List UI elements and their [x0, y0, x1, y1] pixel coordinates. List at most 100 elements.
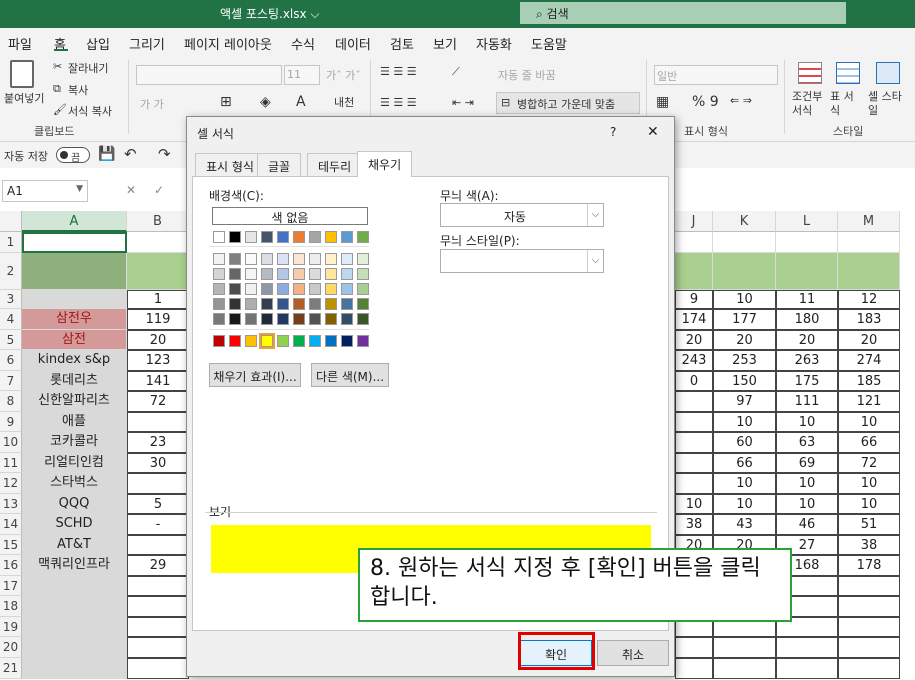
more-colors-button[interactable]: 다른 색(M)... [311, 363, 389, 387]
color-swatch[interactable] [341, 283, 353, 295]
color-swatch[interactable] [261, 231, 273, 243]
orientation-icon[interactable]: ⟋ [452, 65, 460, 79]
color-swatch[interactable] [293, 335, 305, 347]
color-swatch[interactable] [277, 335, 289, 347]
color-swatch[interactable] [309, 313, 321, 325]
table-cell[interactable]: 10 [675, 494, 713, 514]
row-header[interactable]: 9 [0, 412, 22, 432]
table-cell[interactable]: 178 [838, 555, 900, 576]
cell-style-button[interactable]: 셀 스타일 [868, 90, 908, 118]
color-swatch[interactable] [229, 298, 241, 310]
conditional-format-icon[interactable] [798, 62, 822, 84]
color-swatch[interactable] [293, 313, 305, 325]
paste-button[interactable]: 붙여넣기 [4, 90, 44, 106]
table-cell[interactable]: 23 [127, 432, 189, 453]
table-cell[interactable] [127, 576, 189, 596]
search-input[interactable]: ⌕ 검색 [520, 2, 846, 24]
table-cell[interactable] [675, 637, 713, 658]
confirm-entry-icon[interactable]: ✓ [154, 183, 164, 197]
table-cell[interactable] [675, 412, 713, 432]
color-swatch[interactable] [245, 268, 257, 280]
table-cell[interactable] [776, 253, 838, 290]
autosave-toggle[interactable]: 끔 [56, 147, 90, 164]
table-cell[interactable]: 51 [838, 514, 900, 535]
table-cell[interactable]: 30 [127, 453, 189, 473]
menu-formulas[interactable]: 수식 [291, 34, 315, 53]
copy-icon[interactable]: ⧉ [53, 82, 61, 96]
table-cell[interactable]: 150 [713, 371, 776, 391]
table-cell[interactable]: 97 [713, 391, 776, 412]
workbook-title[interactable]: 액셀 포스팅.xlsx ⌵ [220, 5, 320, 22]
row-header[interactable]: 14 [0, 514, 22, 535]
row-header[interactable]: 17 [0, 576, 22, 596]
color-swatch[interactable] [213, 335, 225, 347]
color-swatch[interactable] [261, 313, 273, 325]
table-cell[interactable]: 10 [713, 290, 776, 309]
table-cell[interactable] [675, 432, 713, 453]
color-swatch[interactable] [309, 335, 321, 347]
table-cell[interactable] [22, 658, 127, 679]
table-cell[interactable] [838, 576, 900, 596]
color-swatch[interactable] [341, 231, 353, 243]
color-swatch[interactable] [325, 283, 337, 295]
table-cell[interactable] [776, 658, 838, 679]
menu-help[interactable]: 도움말 [531, 34, 567, 53]
menu-insert[interactable]: 삽입 [86, 34, 110, 53]
table-cell[interactable]: 12 [838, 290, 900, 309]
row-header[interactable]: 1 [0, 232, 22, 253]
table-cell[interactable] [838, 253, 900, 290]
color-swatch[interactable] [277, 268, 289, 280]
font-grow-shrink-buttons[interactable]: 가ˆ 가ˇ [326, 67, 361, 83]
help-button[interactable]: ? [610, 125, 616, 139]
table-cell[interactable] [675, 473, 713, 494]
color-swatch[interactable] [325, 313, 337, 325]
table-cell[interactable]: 삼전 [22, 330, 127, 350]
table-cell[interactable]: AT&T [22, 535, 127, 555]
row-header[interactable]: 21 [0, 658, 22, 679]
decimal-icons[interactable]: ⇐ ⇒ [730, 94, 752, 107]
table-cell[interactable]: 맥쿼리인프라 [22, 555, 127, 576]
wrap-text-button[interactable]: 자동 줄 바꿈 [498, 67, 556, 83]
color-swatch[interactable] [341, 298, 353, 310]
fill-effects-button[interactable]: 채우기 효과(I)... [209, 363, 301, 387]
table-cell[interactable] [838, 596, 900, 617]
color-swatch[interactable] [357, 298, 369, 310]
row-header[interactable]: 2 [0, 253, 22, 290]
font-size-select[interactable]: 11 [284, 65, 320, 85]
table-cell[interactable]: 253 [713, 350, 776, 371]
align-top-icon[interactable]: ☰ ☰ ☰ [380, 65, 417, 78]
color-swatch[interactable] [357, 231, 369, 243]
table-cell[interactable]: 46 [776, 514, 838, 535]
color-swatch[interactable] [245, 253, 257, 265]
table-cell[interactable] [127, 658, 189, 679]
table-cell[interactable] [22, 253, 127, 290]
row-header[interactable]: 19 [0, 617, 22, 637]
table-cell[interactable] [675, 253, 713, 290]
close-button[interactable]: ✕ [647, 124, 659, 140]
color-swatch[interactable] [309, 253, 321, 265]
color-swatch[interactable] [325, 231, 337, 243]
color-swatch[interactable] [245, 313, 257, 325]
color-swatch[interactable] [261, 283, 273, 295]
table-cell[interactable]: 신한알파리츠 [22, 391, 127, 412]
pattern-style-select[interactable]: ⌵ [440, 249, 604, 273]
table-cell[interactable]: 10 [838, 412, 900, 432]
table-cell[interactable]: 11 [776, 290, 838, 309]
table-cell[interactable]: 10 [776, 473, 838, 494]
table-cell[interactable]: 삼전우 [22, 309, 127, 330]
table-cell[interactable] [713, 232, 776, 253]
color-swatch[interactable] [293, 298, 305, 310]
table-cell[interactable]: 1 [127, 290, 189, 309]
color-swatch[interactable] [277, 253, 289, 265]
table-cell[interactable]: 10 [713, 494, 776, 514]
color-swatch[interactable] [261, 253, 273, 265]
column-header-b[interactable]: B [127, 211, 189, 232]
bold-italic-buttons[interactable]: 가 가 [140, 96, 164, 112]
percent-comma-buttons[interactable]: % 9 [692, 94, 719, 110]
table-format-icon[interactable] [836, 62, 860, 84]
menu-file[interactable]: 파일 [8, 34, 32, 53]
color-swatch[interactable] [245, 283, 257, 295]
format-painter-button[interactable]: 서식 복사 [68, 103, 112, 119]
menu-draw[interactable]: 그리기 [129, 34, 165, 53]
row-header[interactable]: 12 [0, 473, 22, 494]
